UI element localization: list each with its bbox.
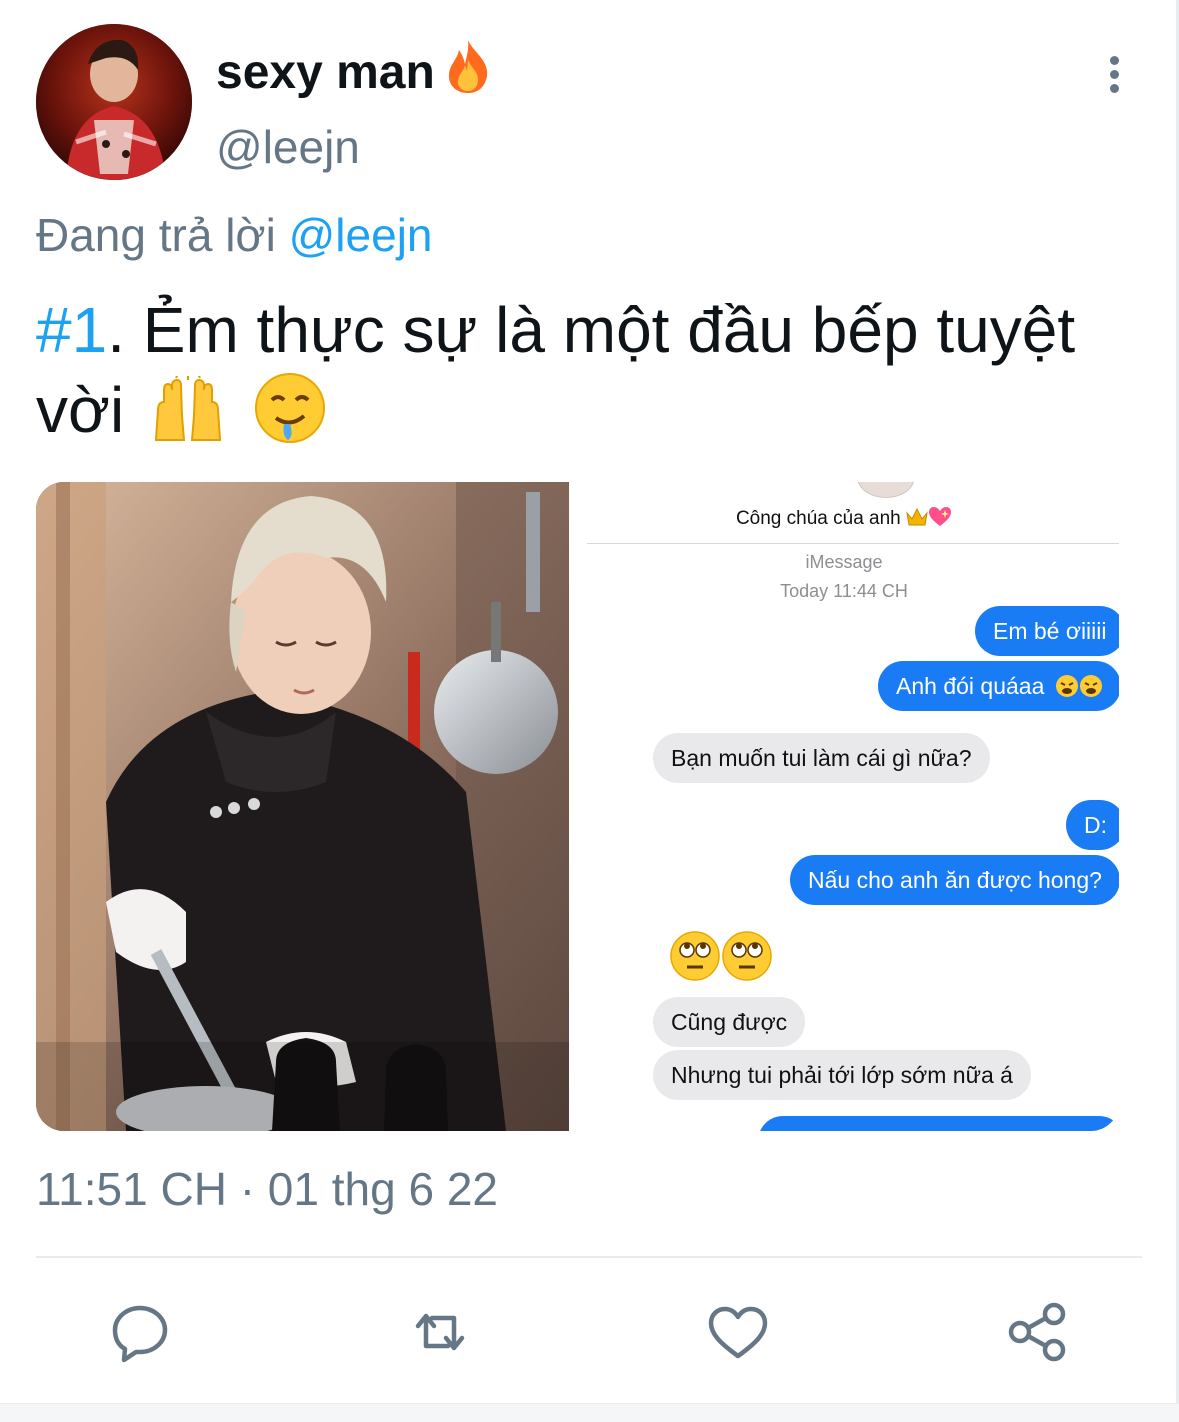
more-options-button[interactable] [1094,52,1134,100]
display-name[interactable]: sexy man [216,38,493,106]
like-button[interactable] [702,1296,774,1368]
eye-roll-emoji [722,931,772,981]
contact-name-text: Công chúa của anh [735,508,901,529]
hashtag-link[interactable]: #1 [36,294,107,366]
reply-to-link[interactable]: @leejn [289,209,433,261]
eye-roll-emoji-message [669,930,773,987]
reply-button[interactable] [104,1296,176,1368]
message-text: Anh đói quáaa [896,673,1045,699]
chat-timestamp: Today 11:44 CH [780,581,908,601]
chat-service-label: iMessage [805,552,883,572]
message-bubble-in: Nhưng tui phải tới lớp sớm nữa á [653,1050,1031,1100]
fire-emoji [443,38,493,106]
message-bubble-out: Anh đói quáaa [878,661,1119,711]
message-bubble-in: Cũng được [653,997,806,1047]
message-bubble-out: Em bé ơiiiii [975,606,1119,656]
reply-prefix: Đang trả lời [36,209,276,261]
crown-emoji [906,507,928,526]
weary-face-emoji [1079,675,1102,697]
person-cooking-photo[interactable] [36,482,569,1131]
drooling-face-emoji [252,370,328,464]
sparkling-heart-emoji [929,507,952,526]
contact-name: Công chúa của anh [569,506,1119,530]
imessage-screenshot: Công chúa của anh iMessage Today 11:44 C… [569,482,1119,1131]
contact-avatar [857,482,915,498]
heart-icon [708,1306,768,1359]
message-bubble-out-partial [758,1116,1119,1131]
more-vertical-icon [1109,56,1119,65]
weary-face-emoji [1055,675,1078,697]
replying-to: Đang trả lời @leejn [36,208,433,262]
bottom-edge [0,1403,1179,1422]
tweet-timestamp[interactable]: 11:51 CH · 01 thg 6 22 [36,1162,498,1216]
action-divider [36,1256,1142,1258]
raising-hands-emoji [148,373,228,464]
more-dot [1109,70,1119,79]
message-bubble-out: Nấu cho anh ăn được hong? [790,855,1119,905]
more-dot [1109,84,1119,93]
retweet-button[interactable] [404,1296,476,1368]
display-name-text[interactable]: sexy man [216,46,435,99]
tweet-media[interactable]: Công chúa của anh iMessage Today 11:44 C… [36,482,1119,1131]
reply-icon [112,1305,168,1363]
avatar[interactable] [36,24,192,180]
tweet-text-line2: vời [36,374,125,446]
tweet-text: #1. Ẻm thực sự là một đầu bếp tuyệt vời [36,290,1146,464]
tweet-text-line1: . Ẻm thực sự là một đầu bếp tuyệt [107,294,1076,366]
share-button[interactable] [1002,1296,1074,1368]
retweet-icon [415,1313,465,1351]
share-icon [1008,1302,1066,1362]
message-bubble-out: D: [1066,800,1119,850]
eye-roll-emoji [670,931,720,981]
message-bubble-in: Bạn muốn tui làm cái gì nữa? [653,733,990,783]
user-handle[interactable]: @leejn [216,120,360,174]
chat-divider [587,543,1119,544]
